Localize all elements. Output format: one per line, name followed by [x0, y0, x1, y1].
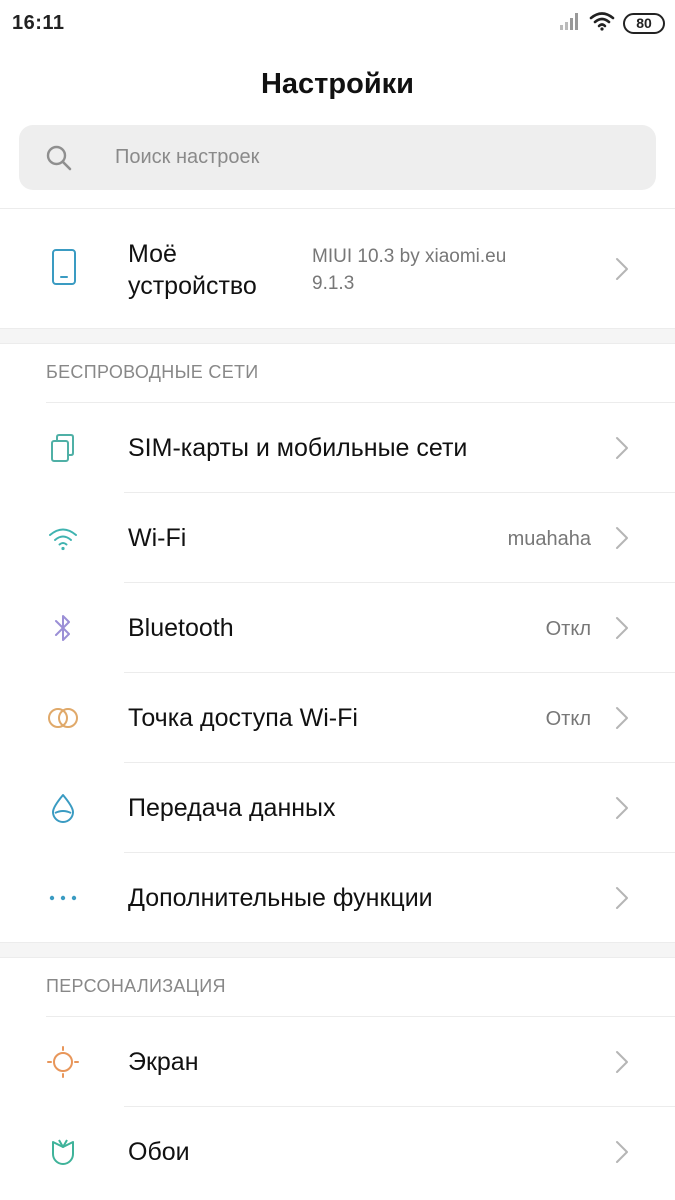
sidebar-item-sim[interactable]: SIM-карты и мобильные сети: [0, 403, 675, 493]
chevron-right-icon: [615, 796, 629, 820]
row-label: Обои: [128, 1138, 190, 1166]
row-value: Откл: [545, 708, 591, 730]
row-label: Bluetooth: [128, 614, 234, 642]
row-label: SIM-карты и мобильные сети: [128, 434, 468, 462]
wifi-status-icon: [589, 11, 615, 36]
search-icon: [45, 144, 73, 172]
chevron-right-icon: [615, 886, 629, 910]
sim-icon: [44, 430, 82, 466]
bluetooth-icon: [44, 610, 82, 646]
section-divider: [0, 942, 675, 958]
device-version-line2: 9.1.3: [312, 273, 355, 294]
device-version-line1: MIUI 10.3 by xiaomi.eu: [312, 246, 507, 267]
section-header-personalization: ПЕРСОНАЛИЗАЦИЯ: [46, 976, 226, 996]
hotspot-icon: [44, 700, 82, 736]
battery-icon: 80: [623, 12, 665, 34]
chevron-right-icon: [615, 1050, 629, 1074]
my-device-row[interactable]: Моё устройство MIUI 10.3 by xiaomi.eu 9.…: [0, 210, 675, 328]
sidebar-item-wifi[interactable]: Wi-Fi muahaha: [0, 493, 675, 583]
row-value: muahaha: [507, 528, 591, 550]
more-icon: [44, 880, 82, 916]
row-label: Передача данных: [128, 794, 336, 822]
search-placeholder: Поиск настроек: [115, 146, 260, 168]
sidebar-item-more[interactable]: Дополнительные функции: [0, 853, 675, 943]
row-label: Wi-Fi: [128, 524, 187, 552]
chevron-right-icon: [615, 1140, 629, 1164]
section-divider: [0, 328, 675, 344]
device-label-line1: Моё: [128, 240, 177, 268]
section-header-wireless: БЕСПРОВОДНЫЕ СЕТИ: [46, 362, 259, 382]
divider: [0, 208, 675, 209]
row-label: Точка доступа Wi-Fi: [128, 704, 358, 732]
wallpaper-icon: [44, 1134, 82, 1170]
sidebar-item-hotspot[interactable]: Точка доступа Wi-Fi Откл: [0, 673, 675, 763]
phone-icon: [46, 248, 82, 288]
row-label: Дополнительные функции: [128, 884, 433, 912]
sidebar-item-data-usage[interactable]: Передача данных: [0, 763, 675, 853]
page-title: Настройки: [260, 68, 414, 100]
device-label-line2: устройство: [128, 272, 257, 300]
chevron-right-icon: [615, 526, 629, 550]
status-time: 16:11: [12, 12, 65, 34]
chevron-right-icon: [615, 706, 629, 730]
wifi-icon: [44, 520, 82, 556]
sidebar-item-bluetooth[interactable]: Bluetooth Откл: [0, 583, 675, 673]
sidebar-item-display[interactable]: Экран: [0, 1017, 675, 1107]
search-input[interactable]: Поиск настроек: [19, 125, 656, 190]
status-bar: 16:11 80: [0, 0, 675, 46]
row-value: Откл: [545, 618, 591, 640]
chevron-right-icon: [615, 257, 629, 281]
signal-icon: [559, 12, 581, 35]
sidebar-item-wallpaper[interactable]: Обои: [0, 1107, 675, 1197]
display-icon: [44, 1044, 82, 1080]
status-icons: 80: [559, 10, 665, 36]
row-label: Экран: [128, 1048, 199, 1076]
data-usage-icon: [44, 790, 82, 826]
chevron-right-icon: [615, 436, 629, 460]
chevron-right-icon: [615, 616, 629, 640]
